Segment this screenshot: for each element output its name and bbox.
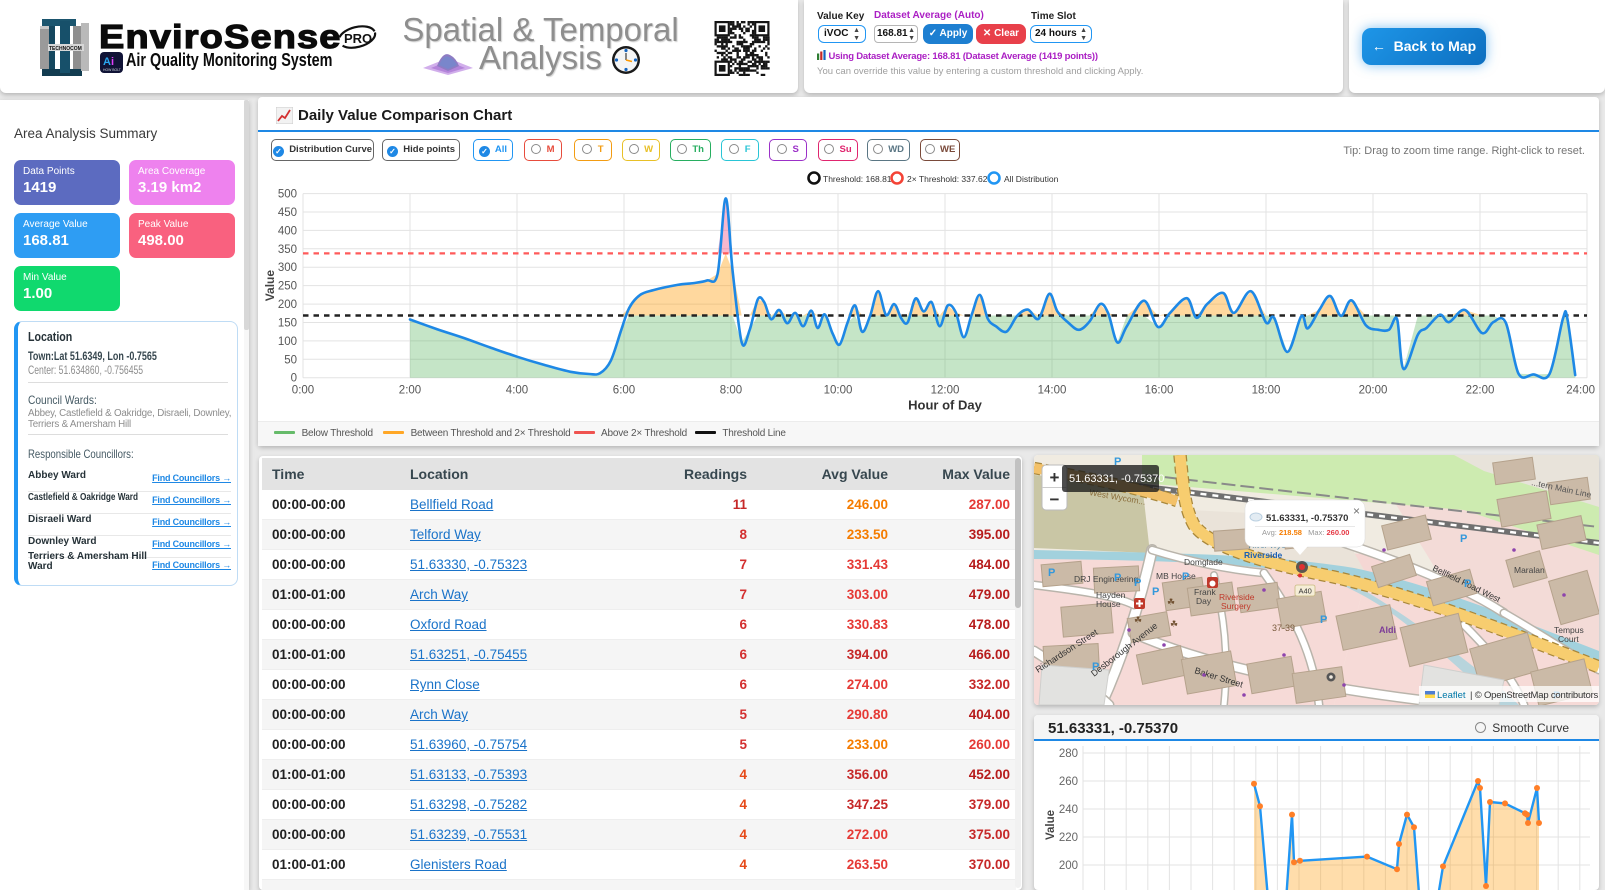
svg-text:Court: Court <box>1558 634 1579 644</box>
svg-text:P: P <box>1460 533 1467 545</box>
svg-text:20:00: 20:00 <box>1359 385 1388 397</box>
svg-text:×: × <box>1353 504 1360 518</box>
svg-text:24:00: 24:00 <box>1566 385 1595 397</box>
svg-text:14:00: 14:00 <box>1038 385 1067 397</box>
svg-text:House: House <box>1096 599 1121 609</box>
svg-text:51.63331, -0.75370: 51.63331, -0.75370 <box>1266 513 1348 524</box>
svg-text:37-39: 37-39 <box>1272 623 1295 633</box>
svg-text:2× Threshold: 337.62: 2× Threshold: 337.62 <box>907 174 988 184</box>
svg-text:Threshold: 168.81: Threshold: 168.81 <box>823 174 892 184</box>
svg-text:50: 50 <box>284 354 297 366</box>
svg-text:280: 280 <box>1059 748 1078 760</box>
svg-text:150: 150 <box>278 318 297 330</box>
svg-text:12:00: 12:00 <box>931 385 960 397</box>
svg-text:2:00: 2:00 <box>399 385 421 397</box>
svg-text:200: 200 <box>1059 860 1078 872</box>
svg-text:−: − <box>1050 490 1060 509</box>
svg-text:P: P <box>1320 614 1327 626</box>
svg-text:Domglade: Domglade <box>1184 557 1223 567</box>
svg-text:450: 450 <box>278 207 297 219</box>
svg-text:MB House: MB House <box>1156 571 1196 581</box>
svg-text:P: P <box>1114 572 1121 584</box>
svg-text:6:00: 6:00 <box>613 385 635 397</box>
svg-text:Maralan: Maralan <box>1514 565 1545 575</box>
svg-text:350: 350 <box>278 244 297 256</box>
svg-text:Aldi: Aldi <box>1379 625 1396 635</box>
svg-text:PRO: PRO <box>344 31 372 46</box>
svg-text:16:00: 16:00 <box>1145 385 1174 397</box>
svg-text:P: P <box>1092 661 1099 673</box>
svg-text:TECHNOCOM: TECHNOCOM <box>49 46 82 52</box>
svg-text:0:00: 0:00 <box>292 385 314 397</box>
svg-text:8:00: 8:00 <box>720 385 742 397</box>
svg-text:All Distribution: All Distribution <box>1004 174 1059 184</box>
svg-text:Day: Day <box>1196 596 1212 606</box>
svg-text:Hour of Day: Hour of Day <box>908 398 982 413</box>
svg-text:400: 400 <box>278 225 297 237</box>
svg-text:10:00: 10:00 <box>824 385 853 397</box>
svg-text:Leaflet: Leaflet <box>1437 690 1466 701</box>
svg-text:500: 500 <box>278 189 297 201</box>
svg-text:+: + <box>1050 468 1060 487</box>
svg-text:HOW BOLT: HOW BOLT <box>103 68 121 72</box>
svg-text:i: i <box>111 56 114 68</box>
svg-text:4:00: 4:00 <box>506 385 528 397</box>
svg-text:A40: A40 <box>1299 587 1312 596</box>
svg-text:P: P <box>1048 567 1055 579</box>
svg-text:Value: Value <box>1045 810 1057 840</box>
svg-text:Riverside: Riverside <box>1244 550 1283 560</box>
svg-text:250: 250 <box>278 281 297 293</box>
svg-text:P: P <box>1464 578 1471 590</box>
svg-text:260: 260 <box>1059 776 1078 788</box>
svg-text:P: P <box>1152 586 1159 598</box>
svg-text:22:00: 22:00 <box>1466 385 1495 397</box>
svg-text:P: P <box>1182 571 1189 583</box>
svg-text:0: 0 <box>291 373 297 385</box>
svg-text:18:00: 18:00 <box>1252 385 1281 397</box>
svg-text:DRJ Engineering: DRJ Engineering <box>1074 574 1139 584</box>
svg-text:220: 220 <box>1059 832 1078 844</box>
svg-text:200: 200 <box>278 299 297 311</box>
svg-text:100: 100 <box>278 336 297 348</box>
svg-text:| © OpenStreetMap contributors: | © OpenStreetMap contributors <box>1470 690 1599 701</box>
svg-text:Surgery: Surgery <box>1221 601 1252 611</box>
svg-text:240: 240 <box>1059 804 1078 816</box>
svg-text:P: P <box>1134 577 1141 589</box>
svg-text:300: 300 <box>278 262 297 274</box>
svg-text:A: A <box>103 56 111 68</box>
svg-text:☘: ☘ <box>1170 619 1178 629</box>
svg-text:51.63331, -0.75370: 51.63331, -0.75370 <box>1069 473 1164 485</box>
svg-text:☘: ☘ <box>1134 615 1142 625</box>
svg-text:Value: Value <box>263 270 277 302</box>
svg-text:☘: ☘ <box>1167 597 1175 607</box>
svg-text:Avg: 218.58 Max: 260.00: Avg: 218.58 Max: 260.00 <box>1262 528 1349 537</box>
